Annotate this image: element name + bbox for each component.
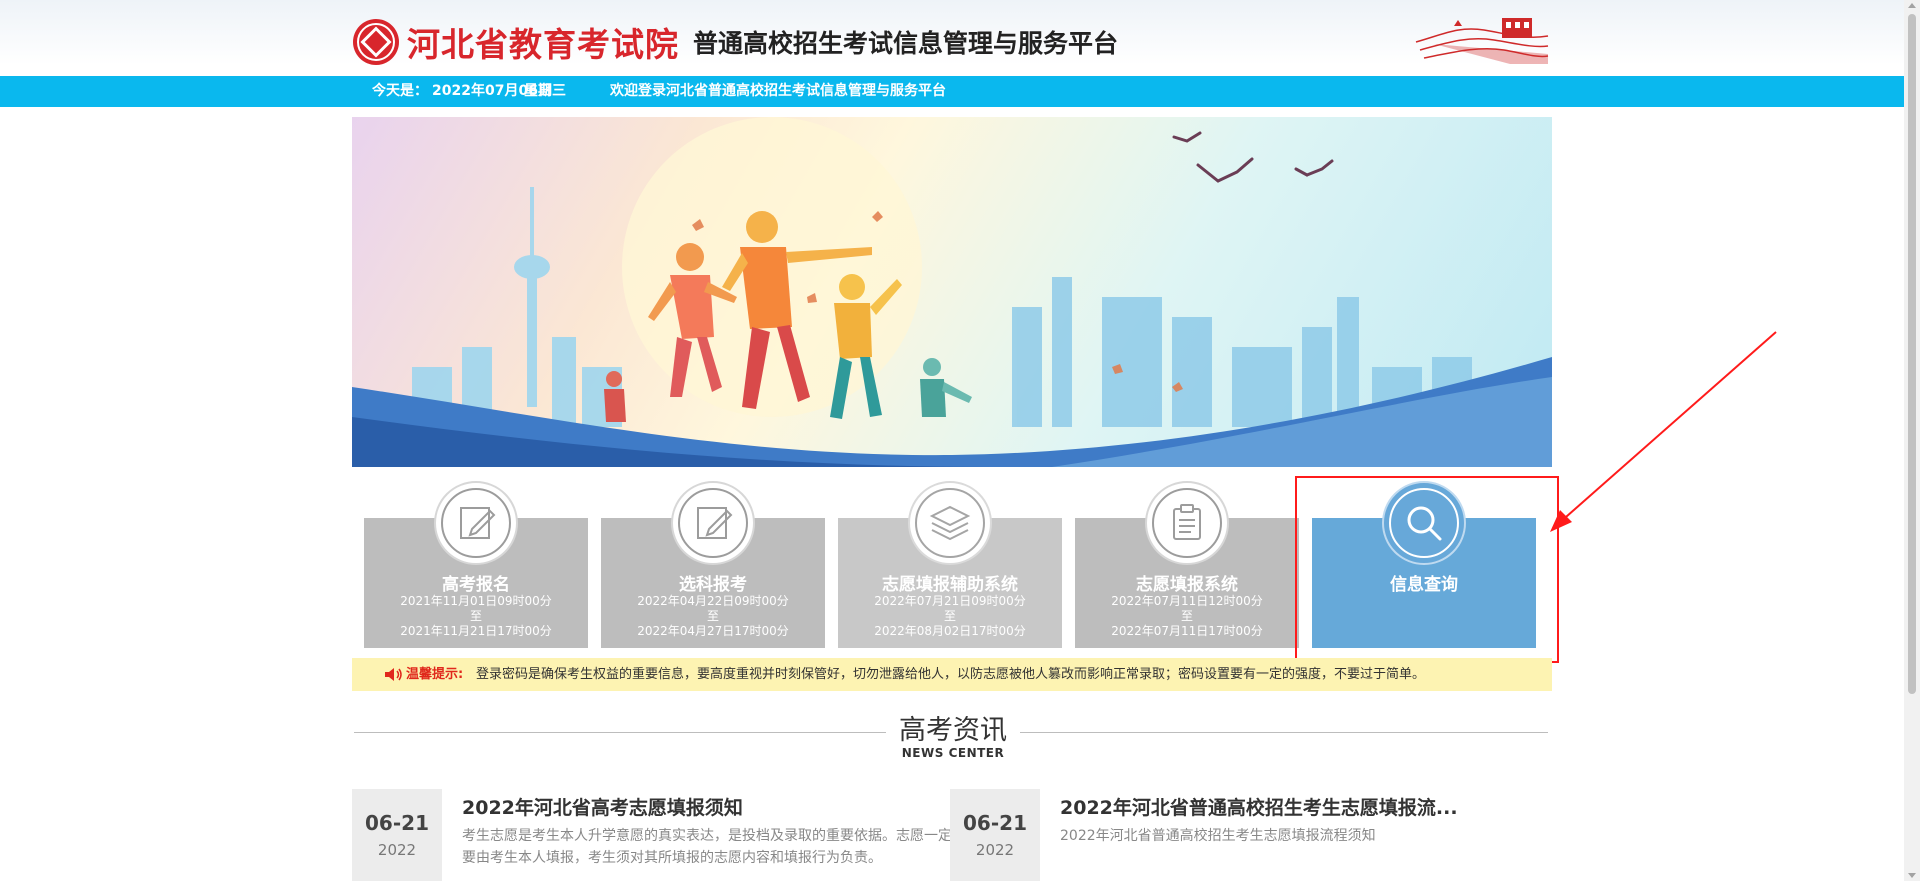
page-scrollbar[interactable] xyxy=(1904,0,1920,881)
news-title-link[interactable]: 2022年河北省高考志愿填报须知 xyxy=(462,793,743,820)
card-end-time: 2022年08月02日17时00分 xyxy=(874,624,1026,638)
news-date-box: 06-21 2022 xyxy=(950,789,1040,881)
warm-tip-label: 温馨提示: xyxy=(406,667,464,682)
news-summary: 考生志愿是考生本人升学意愿的真实表达，是投档及录取的重要依据。志愿一定要由考生本… xyxy=(462,828,952,866)
card-title: 选科报考 xyxy=(679,575,747,595)
news-item[interactable]: 06-21 2022 2022年河北省普通高校招生考生志愿填报流... 2022… xyxy=(950,789,1550,881)
card-title: 志愿填报系统 xyxy=(1136,575,1238,595)
card-to-label: 至 xyxy=(943,609,956,623)
layers-icon xyxy=(908,481,992,565)
card-start-time: 2022年07月21日09时00分 xyxy=(874,594,1026,608)
card-to-label: 至 xyxy=(469,609,482,623)
news-year: 2022 xyxy=(975,841,1015,859)
card-start-time: 2022年07月11日12时00分 xyxy=(1111,594,1263,608)
card-end-time: 2022年07月11日17时00分 xyxy=(1111,624,1263,638)
warm-tip-bar: 温馨提示: 登录密码是确保考生权益的重要信息，要高度重视并时刻保管好，切勿泄露给… xyxy=(352,658,1552,691)
card-end-time: 2022年04月27日17时00分 xyxy=(637,624,789,638)
annotation-arrow-icon xyxy=(1550,331,1777,532)
news-year: 2022 xyxy=(377,841,417,859)
welcome-message: 欢迎登录河北省普通高校招生考试信息管理与服务平台 xyxy=(610,83,946,99)
banner-illustration xyxy=(352,117,1552,467)
section-divider xyxy=(354,732,886,733)
news-item[interactable]: 06-21 2022 2022年河北省高考志愿填报须知 考生志愿是考生本人升学意… xyxy=(352,789,952,881)
exam-authority-emblem-icon xyxy=(353,19,399,65)
card-to-label: 至 xyxy=(1180,609,1193,623)
today-label: 今天是： xyxy=(372,83,428,99)
card-title: 高考报名 xyxy=(442,575,510,595)
news-section-subtitle: NEWS CENTER xyxy=(901,746,1005,760)
card-end-time: 2021年11月21日17时00分 xyxy=(400,624,552,638)
platform-name: 普通高校招生考试信息管理与服务平台 xyxy=(693,29,1119,58)
card-start-time: 2021年11月01日09时00分 xyxy=(400,594,552,608)
scroll-down-icon[interactable] xyxy=(1908,873,1916,878)
card-title: 志愿填报辅助系统 xyxy=(882,575,1018,595)
news-summary: 2022年河北省普通高校招生考生志愿填报流程须知 xyxy=(1060,828,1376,844)
great-wall-decoration-icon xyxy=(1415,18,1549,64)
hero-banner xyxy=(352,117,1552,467)
edit-icon xyxy=(671,481,755,565)
service-card-subject-registration[interactable]: 选科报考 2022年04月22日09时00分 至 2022年04月27日17时0… xyxy=(601,481,825,648)
news-date: 06-21 xyxy=(963,811,1027,835)
info-bar: 今天是： 2022年07月06日 星期三 欢迎登录河北省普通高校招生考试信息管理… xyxy=(0,76,1904,107)
annotation-highlight-box xyxy=(1295,476,1559,663)
news-date: 06-21 xyxy=(365,811,429,835)
news-title-link[interactable]: 2022年河北省普通高校招生考生志愿填报流... xyxy=(1060,793,1458,820)
current-weekday: 星期三 xyxy=(524,83,566,99)
warm-tip-text: 登录密码是确保考生权益的重要信息，要高度重视并时刻保管好，切勿泄露给他人，以防志… xyxy=(476,667,1426,682)
logo-name: 河北省教育考试院 xyxy=(407,25,679,64)
card-to-label: 至 xyxy=(706,609,719,623)
service-card-volunteer-system[interactable]: 志愿填报系统 2022年07月11日12时00分 至 2022年07月11日17… xyxy=(1075,481,1299,648)
clipboard-icon xyxy=(1145,481,1229,565)
speaker-icon xyxy=(385,668,402,681)
service-card-volunteer-assist-system[interactable]: 志愿填报辅助系统 2022年07月21日09时00分 至 2022年08月02日… xyxy=(838,481,1062,648)
news-date-box: 06-21 2022 xyxy=(352,789,442,881)
site-header: 河北省教育考试院 普通高校招生考试信息管理与服务平台 xyxy=(0,0,1904,76)
scrollbar-thumb[interactable] xyxy=(1908,14,1916,694)
edit-icon xyxy=(434,481,518,565)
card-start-time: 2022年04月22日09时00分 xyxy=(637,594,789,608)
news-section-title: 高考资讯 xyxy=(899,715,1007,746)
section-divider xyxy=(1020,732,1548,733)
scroll-up-icon[interactable] xyxy=(1908,3,1916,8)
service-card-gaokao-registration[interactable]: 高考报名 2021年11月01日09时00分 至 2021年11月21日17时0… xyxy=(364,481,588,648)
site-logo[interactable]: 河北省教育考试院 普通高校招生考试信息管理与服务平台 xyxy=(353,18,1118,66)
